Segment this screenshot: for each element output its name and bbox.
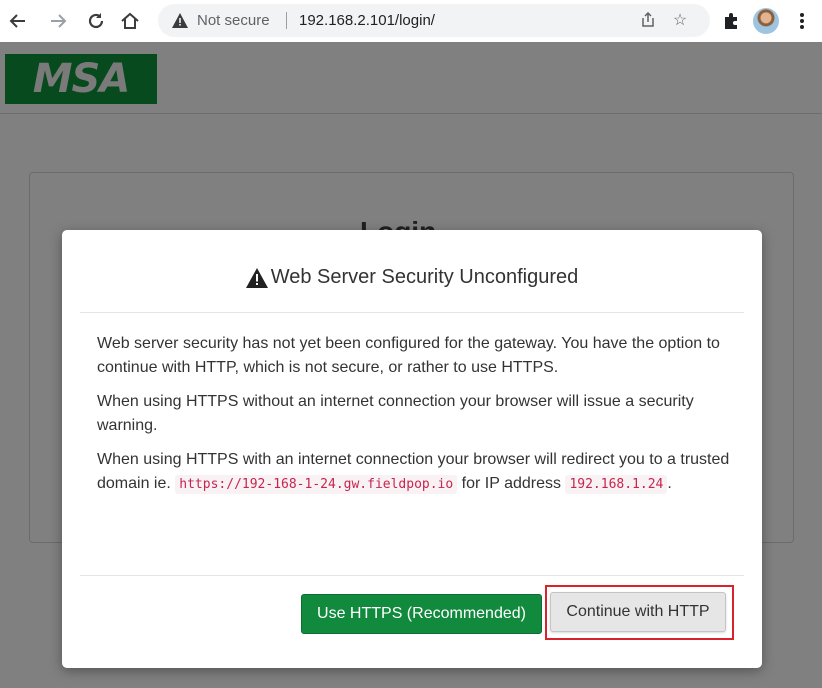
modal-title-text: Web Server Security Unconfigured <box>270 266 579 288</box>
profile-avatar[interactable] <box>753 8 779 34</box>
reload-icon[interactable] <box>84 9 108 33</box>
modal-header: Web Server Security Unconfigured <box>80 230 744 313</box>
paragraph-https-warning: When using HTTPS without an internet con… <box>97 393 694 434</box>
back-arrow-icon[interactable] <box>6 9 30 33</box>
forward-arrow-icon[interactable] <box>46 9 70 33</box>
warning-icon[interactable] <box>172 13 188 28</box>
use-https-button[interactable]: Use HTTPS (Recommended) <box>301 594 542 634</box>
paragraph-https-redirect: When using HTTPS with an internet connec… <box>97 448 737 497</box>
period-text: . <box>667 475 672 492</box>
domain-code: https://192-168-1-24.gw.fieldpop.io <box>175 475 458 494</box>
modal-body: Web server security has not yet been con… <box>97 332 737 507</box>
extensions-puzzle-icon[interactable] <box>719 9 743 33</box>
share-icon[interactable] <box>638 10 658 30</box>
ip-code: 192.168.1.24 <box>565 475 668 494</box>
address-bar[interactable]: Not secure 192.168.2.101/login/ ☆ <box>158 4 710 37</box>
more-vert-icon[interactable] <box>790 9 814 33</box>
modal-title: Web Server Security Unconfigured <box>80 266 744 289</box>
home-icon[interactable] <box>118 9 142 33</box>
warning-icon <box>245 267 268 288</box>
ip-text: for IP address <box>461 475 561 492</box>
url-text[interactable]: 192.168.2.101/login/ <box>299 12 435 29</box>
paragraph-http-option: Web server security has not yet been con… <box>97 335 720 376</box>
browser-toolbar: Not secure 192.168.2.101/login/ ☆ <box>0 0 822 42</box>
omnibox-divider <box>286 12 287 29</box>
security-modal: Web Server Security Unconfigured Web ser… <box>62 230 762 668</box>
msa-logo: MSA <box>5 54 157 104</box>
security-status[interactable]: Not secure <box>197 12 270 29</box>
modal-footer-divider <box>80 575 744 576</box>
continue-http-button[interactable]: Continue with HTTP <box>550 592 726 632</box>
logo-text: MSA <box>32 56 131 102</box>
star-icon[interactable]: ☆ <box>670 10 690 30</box>
